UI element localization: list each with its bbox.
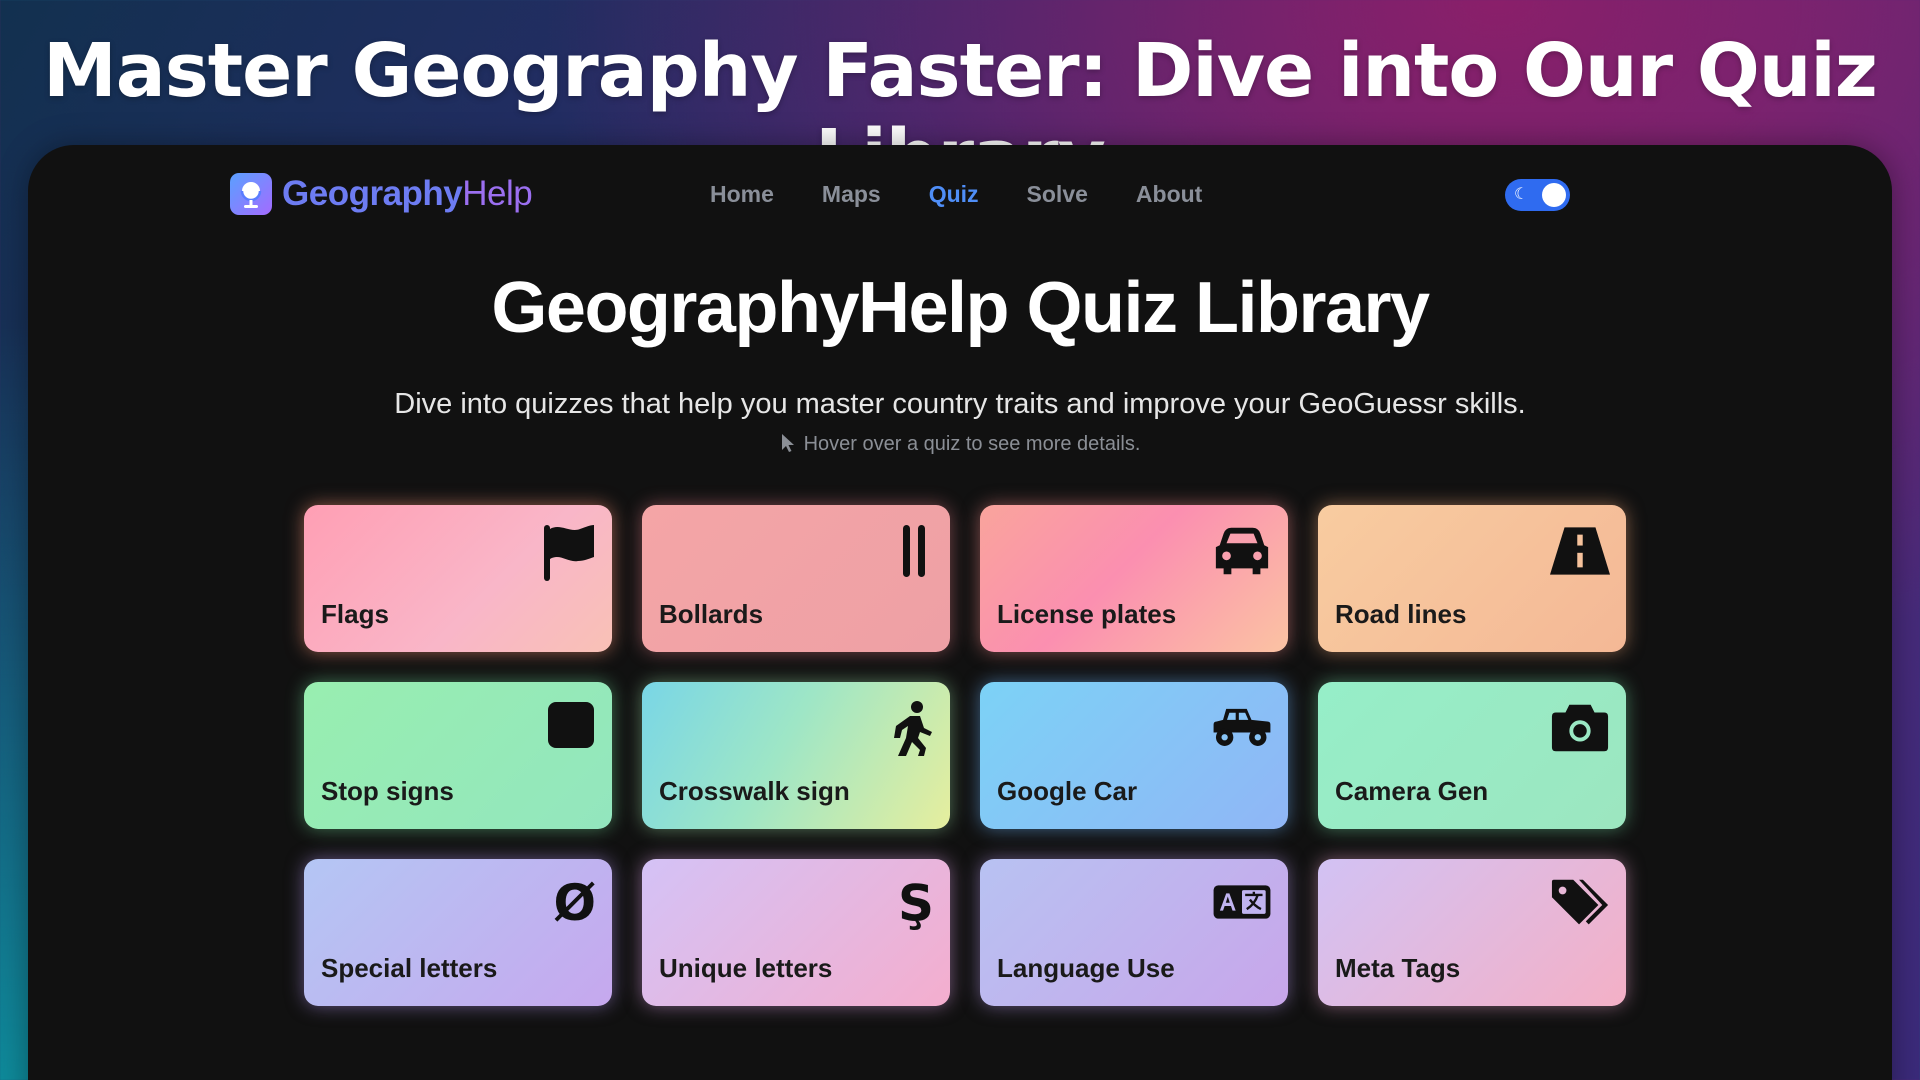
nav-link-home[interactable]: Home xyxy=(710,181,774,208)
quiz-grid: Flags Bollards License plates Road lines… xyxy=(304,505,1628,1006)
navbar: GeographyHelp Home Maps Quiz Solve About… xyxy=(28,145,1892,245)
card-label: Stop signs xyxy=(321,776,454,806)
card-label: License plates xyxy=(997,599,1177,629)
cursor-icon xyxy=(781,434,794,452)
bollard-icon xyxy=(874,523,934,583)
card-label: Crosswalk sign xyxy=(659,776,850,806)
truck-icon xyxy=(1212,700,1272,760)
flag-icon xyxy=(536,523,596,583)
card-label: Special letters xyxy=(321,953,498,983)
browser-window: GeographyHelp Home Maps Quiz Solve About… xyxy=(28,145,1892,1080)
theme-toggle[interactable]: ☾ xyxy=(1505,179,1570,211)
logo-text-secondary: Help xyxy=(462,174,533,213)
quiz-card-bollards[interactable]: Bollards xyxy=(642,505,950,652)
quiz-card-google-car[interactable]: Google Car xyxy=(980,682,1288,829)
quiz-card-flags[interactable]: Flags xyxy=(304,505,612,652)
page-subtitle: Dive into quizzes that help you master c… xyxy=(394,388,1526,420)
logo[interactable]: GeographyHelp xyxy=(230,173,533,215)
quiz-card-special-letters[interactable]: Ø Special letters xyxy=(304,859,612,1006)
hover-hint-text: Hover over a quiz to see more details. xyxy=(803,433,1141,455)
card-label: Unique letters xyxy=(659,953,833,983)
hover-hint: Hover over a quiz to see more details. xyxy=(28,433,1892,456)
square-icon xyxy=(536,700,596,760)
camera-icon xyxy=(1550,700,1610,760)
quiz-card-crosswalk-sign[interactable]: Crosswalk sign xyxy=(642,682,950,829)
logo-text-primary: Geography xyxy=(282,174,463,213)
road-icon xyxy=(1550,523,1610,583)
logo-text: GeographyHelp xyxy=(282,174,533,214)
quiz-card-road-lines[interactable]: Road lines xyxy=(1318,505,1626,652)
nav-link-maps[interactable]: Maps xyxy=(822,181,881,208)
quiz-card-camera-gen[interactable]: Camera Gen xyxy=(1318,682,1626,829)
card-label: Meta Tags xyxy=(1335,953,1461,983)
quiz-card-language-use[interactable]: Language Use xyxy=(980,859,1288,1006)
globe-icon xyxy=(230,173,272,215)
tags-icon xyxy=(1550,877,1610,937)
nav-link-solve[interactable]: Solve xyxy=(1027,181,1088,208)
card-label: Camera Gen xyxy=(1335,776,1489,806)
pedestrian-icon xyxy=(874,700,934,760)
card-label: Flags xyxy=(321,599,389,629)
nav-link-about[interactable]: About xyxy=(1136,181,1202,208)
quiz-card-stop-signs[interactable]: Stop signs xyxy=(304,682,612,829)
quiz-card-license-plates[interactable]: License plates xyxy=(980,505,1288,652)
s-cedilla-glyph: Ş xyxy=(897,874,934,932)
page-title: GeographyHelp Quiz Library xyxy=(491,268,1430,348)
card-label: Google Car xyxy=(997,776,1138,806)
language-icon xyxy=(1212,877,1272,937)
quiz-card-meta-tags[interactable]: Meta Tags xyxy=(1318,859,1626,1006)
toggle-knob xyxy=(1542,183,1566,207)
card-label: Bollards xyxy=(659,599,764,629)
o-slash-icon: Ø xyxy=(536,877,596,937)
nav-links: Home Maps Quiz Solve About xyxy=(710,181,1202,208)
o-slash-glyph: Ø xyxy=(553,874,596,932)
moon-icon: ☾ xyxy=(1514,186,1529,203)
s-cedilla-icon: Ş xyxy=(874,877,934,937)
quiz-card-unique-letters[interactable]: Ş Unique letters xyxy=(642,859,950,1006)
card-label: Road lines xyxy=(1335,599,1467,629)
card-label: Language Use xyxy=(997,953,1175,983)
nav-link-quiz[interactable]: Quiz xyxy=(929,181,979,208)
car-icon xyxy=(1212,523,1272,583)
